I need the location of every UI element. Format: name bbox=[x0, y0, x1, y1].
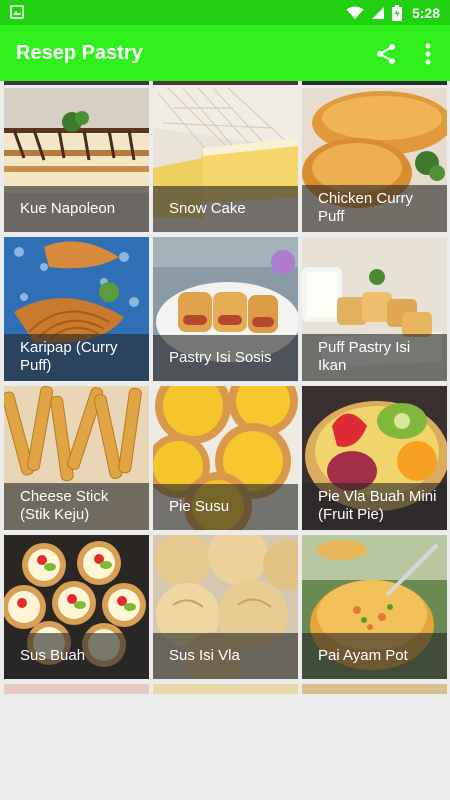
battery-icon bbox=[391, 4, 402, 21]
image-icon bbox=[10, 5, 24, 19]
partial-tile bbox=[4, 684, 149, 694]
recipe-tile[interactable]: Pai Ayam Pot bbox=[302, 535, 447, 679]
partial-tile bbox=[302, 81, 447, 85]
wifi-icon bbox=[346, 6, 364, 19]
recipe-tile[interactable]: Pie Susu bbox=[153, 386, 298, 530]
recipe-tile[interactable]: Cheese Stick (Stik Keju) bbox=[4, 386, 149, 530]
partial-tile bbox=[302, 684, 447, 694]
app-bar: Resep Pastry bbox=[0, 25, 450, 81]
recipe-caption: Sus Isi Vla bbox=[153, 633, 298, 679]
recipe-tile[interactable]: Kue Napoleon bbox=[4, 88, 149, 232]
recipe-caption: Puff Pastry Isi Ikan bbox=[302, 334, 447, 381]
partial-tile bbox=[4, 81, 149, 85]
app-title: Resep Pastry bbox=[16, 42, 143, 64]
recipe-caption: Kue Napoleon bbox=[4, 186, 149, 232]
recipe-tile[interactable]: Chicken Curry Puff bbox=[302, 88, 447, 232]
signal-icon bbox=[371, 6, 384, 19]
recipe-tile[interactable]: Snow Cake bbox=[153, 88, 298, 232]
recipe-tile[interactable]: Sus Buah bbox=[4, 535, 149, 679]
more-vert-icon[interactable] bbox=[418, 41, 438, 67]
status-bar: 5:28 bbox=[0, 0, 450, 25]
recipe-caption: Cheese Stick (Stik Keju) bbox=[4, 483, 149, 530]
recipe-tile[interactable]: Sus Isi Vla bbox=[153, 535, 298, 679]
recipe-caption: Karipap (Curry Puff) bbox=[4, 334, 149, 381]
status-time: 5:28 bbox=[411, 4, 440, 21]
recipe-caption: Pai Ayam Pot bbox=[302, 633, 447, 679]
recipe-tile[interactable]: Pie Vla Buah Mini (Fruit Pie) bbox=[302, 386, 447, 530]
recipe-caption: Pie Susu bbox=[153, 484, 298, 530]
recipe-caption: Sus Buah bbox=[4, 633, 149, 679]
recipe-caption: Chicken Curry Puff bbox=[302, 185, 447, 232]
partial-tile bbox=[153, 81, 298, 85]
share-icon[interactable] bbox=[374, 42, 398, 66]
recipe-caption: Snow Cake bbox=[153, 186, 298, 232]
recipe-tile[interactable]: Puff Pastry Isi Ikan bbox=[302, 237, 447, 381]
recipe-grid[interactable]: Kue Napoleon Snow Cake Chicken Curry Puf… bbox=[0, 81, 450, 694]
recipe-caption: Pie Vla Buah Mini (Fruit Pie) bbox=[302, 483, 447, 530]
recipe-caption: Pastry Isi Sosis bbox=[153, 335, 298, 381]
recipe-tile[interactable]: Karipap (Curry Puff) bbox=[4, 237, 149, 381]
recipe-tile[interactable]: Pastry Isi Sosis bbox=[153, 237, 298, 381]
partial-tile bbox=[153, 684, 298, 694]
